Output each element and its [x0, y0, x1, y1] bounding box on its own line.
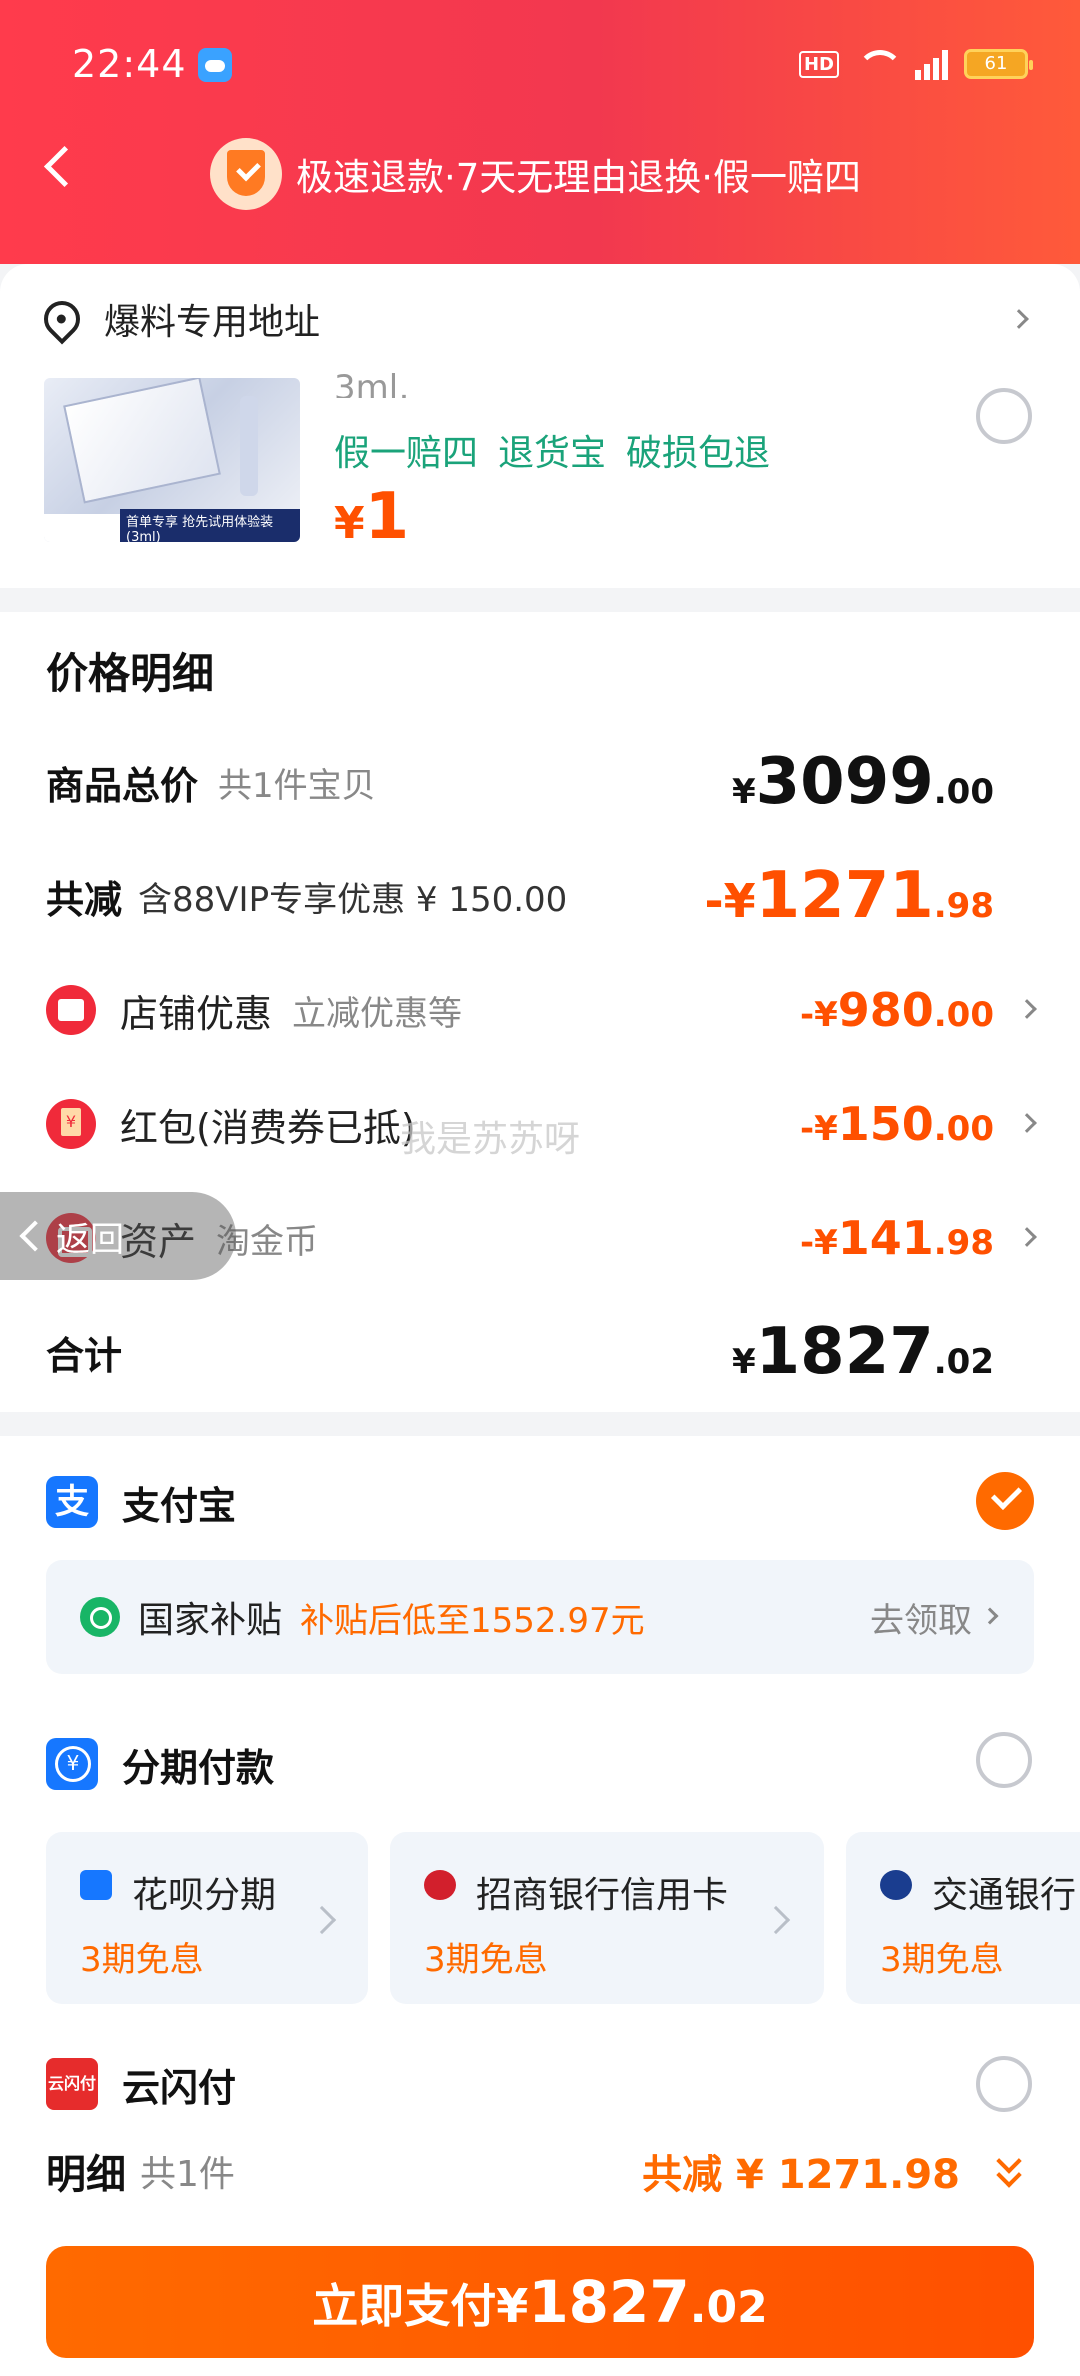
asset-value: -¥141.98 — [799, 1211, 994, 1265]
total-price-row: 商品总价 共1件宝贝 ¥3099.00 — [46, 742, 1034, 822]
chevron-right-icon — [1017, 1113, 1037, 1133]
summary-reduce: 共减 ¥ 1271.98 — [642, 2152, 960, 2198]
cmb-bank-icon — [424, 1870, 456, 1900]
battery-icon: 61 — [964, 49, 1033, 79]
hongbao-label: 红包(消费券已抵) — [120, 1105, 416, 1150]
summary-count: 共1件 — [140, 2154, 235, 2195]
national-subsidy-banner[interactable]: 国家补贴 补贴后低至1552.97元 去领取 — [46, 1560, 1034, 1674]
address-row[interactable]: 爆料专用地址 — [36, 293, 1036, 345]
red-packet-icon — [46, 1099, 96, 1149]
alipay-logo-icon: 支 — [46, 1476, 98, 1528]
sum-label: 合计 — [46, 1333, 123, 1378]
subsidy-name: 国家补贴 — [138, 1600, 283, 1641]
location-pin-icon — [36, 293, 88, 345]
shop-icon — [46, 985, 96, 1035]
payment-card: 支 支付宝 国家补贴 补贴后低至1552.97元 去领取 分期付款 花呗分期 3… — [0, 1436, 1080, 2376]
subsidy-claim-link[interactable]: 去领取 — [870, 1593, 972, 1642]
promo-text: 极速退款·7天无理由退换·假一赔四 — [296, 156, 862, 199]
order-item-card: 爆料专用地址 首单专享 抢先试用体验装(3ml) 3ml, 假一赔四 退货宝 破… — [0, 264, 1080, 588]
product-spec: 3ml, — [334, 368, 410, 398]
subsidy-desc: 补贴后低至1552.97元 — [300, 1600, 645, 1641]
total-label: 商品总价 — [46, 763, 199, 808]
subsidy-icon — [80, 1597, 120, 1637]
signal-icon — [915, 48, 948, 80]
plan-name: 交通银行 — [932, 1875, 1077, 1916]
shop-discount-row[interactable]: 店铺优惠 立减优惠等 -¥980.00 — [46, 970, 1037, 1050]
shop-discount-sub: 立减优惠等 — [292, 993, 463, 1034]
plan-bocom[interactable]: 交通银行 3期免息 — [846, 1832, 1080, 2004]
plan-cmb[interactable]: 招商银行信用卡 3期免息 — [390, 1832, 824, 2004]
double-chevron-down-icon[interactable] — [994, 2148, 1024, 2192]
alipay-label: 支付宝 — [122, 1483, 237, 1528]
order-summary-bar[interactable]: 明细 共1件 共减 ¥ 1271.98 — [46, 2136, 1034, 2206]
plan-name: 招商银行信用卡 — [476, 1875, 729, 1916]
promo-banner: 极速退款·7天无理由退换·假一赔四 — [210, 138, 861, 210]
alipay-option[interactable]: 支 支付宝 — [46, 1472, 1034, 1532]
plan-huabei[interactable]: 花呗分期 3期免息 — [46, 1832, 368, 2004]
status-time: 22:44 — [72, 42, 187, 86]
sum-row: 合计 ¥1827.02 — [46, 1312, 1034, 1392]
chevron-left-icon — [19, 1220, 51, 1252]
bocom-bank-icon — [880, 1870, 912, 1900]
price-detail-card: 价格明细 商品总价 共1件宝贝 ¥3099.00 共减 含88VIP专享优惠 ¥… — [0, 612, 1080, 1412]
installment-label: 分期付款 — [122, 1745, 275, 1790]
discount-value: -¥1271.98 — [704, 859, 994, 933]
unionpay-logo-icon: 云闪付 — [46, 2058, 98, 2110]
plan-sub: 3期免息 — [80, 1940, 204, 1980]
back-button[interactable] — [40, 144, 80, 194]
product-price: ¥1 — [334, 480, 410, 554]
floating-back-button[interactable]: 返回 — [0, 1192, 236, 1280]
service-tags: 假一赔四 退货宝 破损包退 — [334, 424, 770, 476]
header-bar: 22:44 HD 61 极速退款·7天无理由退换·假一赔四 — [0, 0, 1080, 264]
unionpay-radio[interactable] — [976, 2056, 1032, 2112]
shop-discount-value: -¥980.00 — [799, 983, 994, 1037]
chevron-right-icon — [981, 1607, 999, 1625]
product-select-radio[interactable] — [976, 388, 1032, 444]
hd-icon: HD — [798, 50, 839, 78]
service-tag: 破损包退 — [626, 433, 771, 474]
wifi-icon — [855, 48, 903, 80]
thumb-strip-text: 首单专享 抢先试用体验装(3ml) — [120, 509, 300, 542]
status-bar: 22:44 HD 61 — [0, 0, 1080, 130]
alipay-selected-check-icon[interactable] — [976, 1472, 1034, 1530]
hongbao-value: -¥150.00 — [799, 1097, 994, 1151]
product-thumbnail[interactable]: 首单专享 抢先试用体验装(3ml) — [44, 378, 300, 542]
huabei-icon — [80, 1870, 112, 1900]
chevron-right-icon — [1009, 309, 1029, 329]
discount-detail: 含88VIP专享优惠 ¥ 150.00 — [138, 879, 568, 920]
unionpay-label: 云闪付 — [122, 2065, 237, 2110]
weather-icon — [198, 48, 232, 82]
plan-sub: 3期免息 — [424, 1940, 548, 1980]
installment-radio[interactable] — [976, 1732, 1032, 1788]
status-icons: HD 61 — [798, 44, 1033, 84]
floating-back-label: 返回 — [56, 1219, 124, 1260]
total-value: ¥3099.00 — [731, 745, 994, 819]
total-count: 共1件宝贝 — [218, 765, 376, 806]
installment-plans: 花呗分期 3期免息 招商银行信用卡 3期免息 交通银行 3期免息 — [46, 1832, 1080, 2004]
address-label: 爆料专用地址 — [104, 302, 321, 343]
service-tag: 假一赔四 — [334, 433, 479, 474]
watermark-text: 我是苏苏呀 — [400, 1119, 581, 1160]
installment-icon — [46, 1738, 98, 1790]
shield-icon — [210, 138, 282, 210]
plan-sub: 3期免息 — [880, 1940, 1004, 1980]
sum-value: ¥1827.02 — [731, 1315, 994, 1389]
chevron-right-icon — [1017, 1227, 1037, 1247]
chevron-right-icon — [1017, 999, 1037, 1019]
summary-title: 明细 — [46, 2152, 126, 2198]
plan-name: 花呗分期 — [132, 1875, 277, 1916]
discount-label: 共减 — [46, 877, 123, 922]
service-tag: 退货宝 — [498, 433, 607, 474]
chevron-right-icon — [307, 1905, 337, 1935]
unionpay-option[interactable]: 云闪付 云闪付 — [46, 2054, 1034, 2114]
price-detail-title: 价格明细 — [46, 649, 215, 698]
installment-option[interactable]: 分期付款 — [46, 1734, 1034, 1794]
pay-now-button[interactable]: 立即支付¥ 1827.02 — [46, 2246, 1034, 2358]
discount-row: 共减 含88VIP专享优惠 ¥ 150.00 -¥1271.98 — [46, 856, 1034, 936]
chevron-right-icon — [761, 1905, 791, 1935]
shop-discount-label: 店铺优惠 — [120, 991, 273, 1036]
